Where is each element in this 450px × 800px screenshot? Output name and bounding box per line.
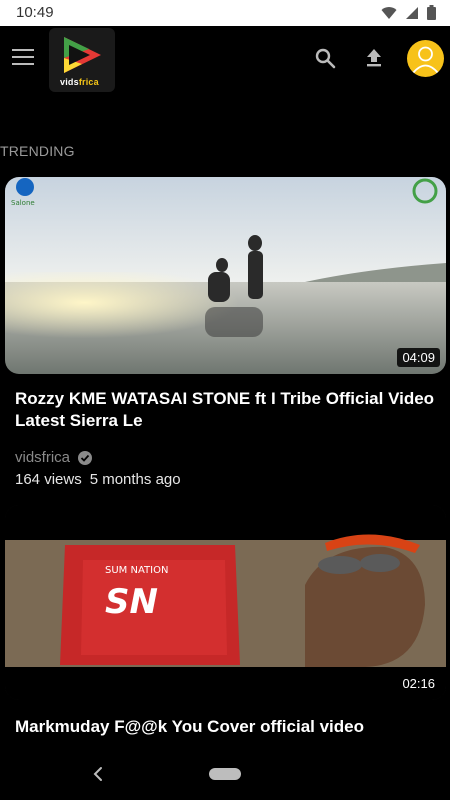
video-thumbnail[interactable]: SN SUM NATION 02:16 (5, 505, 446, 700)
svg-text:SUM NATION: SUM NATION (105, 565, 168, 576)
signal-icon (406, 6, 418, 19)
video-card[interactable]: Salone 04:09 Rozzy KME WATASAI STONE ft … (0, 177, 450, 497)
video-duration: 04:09 (397, 348, 440, 367)
status-time: 10:49 (16, 4, 54, 21)
search-icon[interactable] (313, 46, 337, 70)
upload-age: 5 months ago (89, 471, 181, 488)
verified-icon (78, 450, 93, 465)
video-card[interactable]: SN SUM NATION 02:16 Markmuday F@@k You C… (0, 505, 450, 745)
video-meta: 164 views 5 months ago (15, 471, 181, 488)
video-title[interactable]: Markmuday F@@k You Cover official video (15, 716, 435, 738)
status-icons (381, 5, 436, 20)
home-pill-icon[interactable] (209, 768, 241, 780)
video-duration: 02:16 (397, 674, 440, 693)
logo-text: vidsfrica (60, 77, 99, 87)
battery-icon (427, 5, 436, 20)
app-logo[interactable]: vidsfrica (49, 28, 115, 92)
upload-icon[interactable] (362, 46, 386, 70)
app-bar: vidsfrica (0, 26, 450, 96)
svg-text:Salone: Salone (11, 199, 35, 207)
wifi-icon (381, 6, 397, 19)
channel-row[interactable]: vidsfrica (15, 449, 93, 466)
system-nav-bar (0, 752, 450, 800)
play-logo-icon (64, 37, 101, 73)
avatar[interactable] (407, 40, 444, 77)
view-count: 164 views (15, 471, 82, 488)
svg-text:SN: SN (105, 582, 158, 622)
menu-icon[interactable] (12, 49, 34, 67)
user-icon (412, 46, 439, 74)
section-title: TRENDING (0, 143, 75, 159)
channel-name[interactable]: vidsfrica (15, 449, 70, 466)
video-thumbnail[interactable]: Salone 04:09 (5, 177, 446, 374)
back-icon[interactable] (90, 764, 106, 784)
status-bar: 10:49 (0, 0, 450, 26)
video-title[interactable]: Rozzy KME WATASAI STONE ft I Tribe Offic… (15, 388, 435, 432)
